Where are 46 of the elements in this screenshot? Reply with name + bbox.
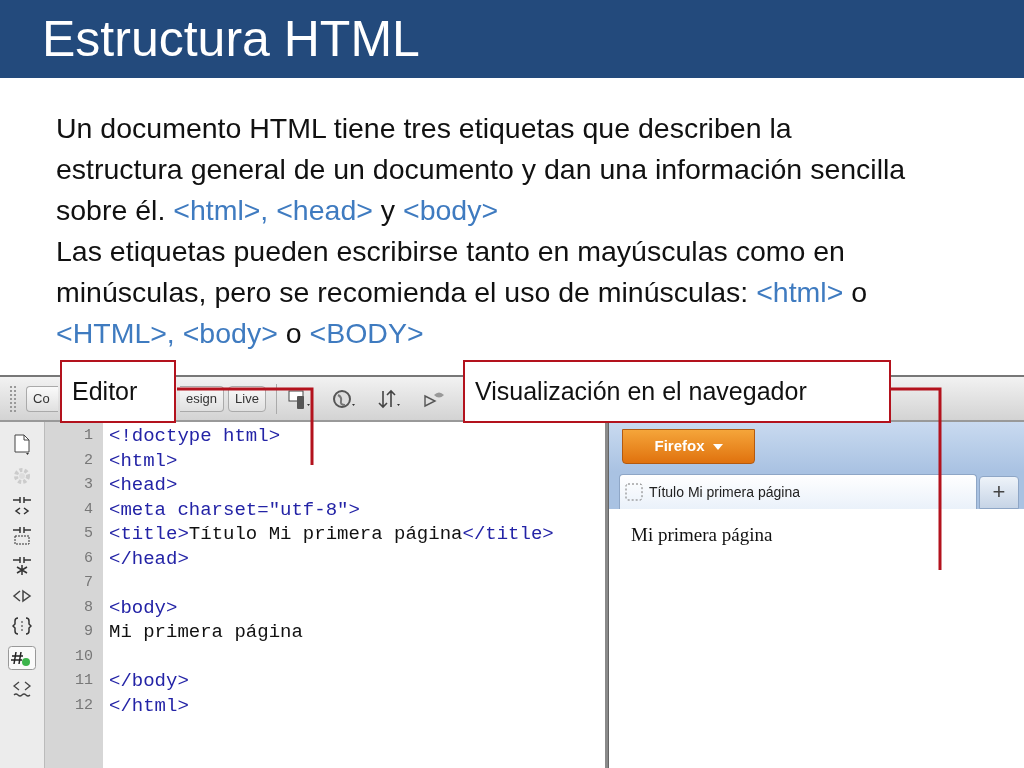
- line-number: 7: [84, 574, 93, 591]
- view-button[interactable]: esign: [180, 385, 225, 412]
- hash-toggle-icon[interactable]: [8, 646, 36, 670]
- new-tab-button[interactable]: +: [979, 476, 1019, 509]
- line-number: 2: [84, 451, 93, 469]
- braces-icon[interactable]: [12, 616, 32, 636]
- view-button[interactable]: Co: [26, 385, 58, 412]
- slide-title: Estructura HTML: [0, 0, 1024, 78]
- line-number: 12: [75, 696, 93, 714]
- callout-label: Visualización en el navegador: [463, 360, 891, 423]
- line-number: 5: [84, 525, 93, 542]
- line-number: 3: [84, 476, 93, 493]
- collapse-selection-icon[interactable]: [12, 526, 32, 546]
- page-content: Mi primera página: [631, 524, 773, 545]
- code-line: <head>: [109, 474, 178, 496]
- code-line: <!doctype html>: [109, 425, 281, 447]
- caret-icon: [712, 443, 723, 450]
- code-line: <html>: [109, 449, 178, 472]
- callout-label: Editor: [60, 360, 176, 423]
- code-line: </body>: [109, 670, 189, 692]
- code-line: <meta charset="utf-8">: [109, 498, 360, 521]
- tab-title: Título Mi primera página: [649, 482, 800, 502]
- globe-icon[interactable]: [331, 387, 357, 410]
- line-number: 11: [75, 672, 93, 689]
- line-number: 8: [84, 598, 93, 616]
- toolbar-grip: [10, 385, 16, 412]
- code-line: <title>Título Mi primera página</title>: [109, 523, 554, 545]
- paragraph: Las etiquetas pueden escribirse tanto en mayúsculas como en minúsculas, pero se recomienda el uso de minúsculas: <html> o <HTML>, <body> o <BODY>: [56, 234, 869, 351]
- code-line: Mi primera página: [109, 621, 303, 643]
- view-button[interactable]: Live: [228, 385, 266, 412]
- page-icon: [625, 483, 643, 501]
- line-number: 1: [84, 427, 93, 444]
- code-line: </head>: [109, 547, 189, 570]
- line-number: 9: [84, 623, 93, 640]
- code-line: <body>: [109, 596, 178, 619]
- collapse-icon[interactable]: [12, 496, 32, 516]
- paragraph: Un documento HTML tiene tres etiquetas que describen la estructura general de un documento y dan una información sencilla sobre él. <html>, <head> y <body>: [56, 111, 907, 228]
- transfer-arrows-icon[interactable]: [376, 387, 402, 410]
- line-number: 4: [84, 500, 93, 518]
- browser-tab[interactable]: Título Mi primera página: [619, 474, 977, 509]
- wrap-tag-icon[interactable]: [12, 680, 32, 698]
- document-icon[interactable]: [13, 434, 31, 456]
- expand-icon[interactable]: [12, 556, 32, 576]
- code-line: </html>: [109, 694, 189, 717]
- line-number: 6: [84, 549, 93, 567]
- line-number: 10: [75, 647, 93, 665]
